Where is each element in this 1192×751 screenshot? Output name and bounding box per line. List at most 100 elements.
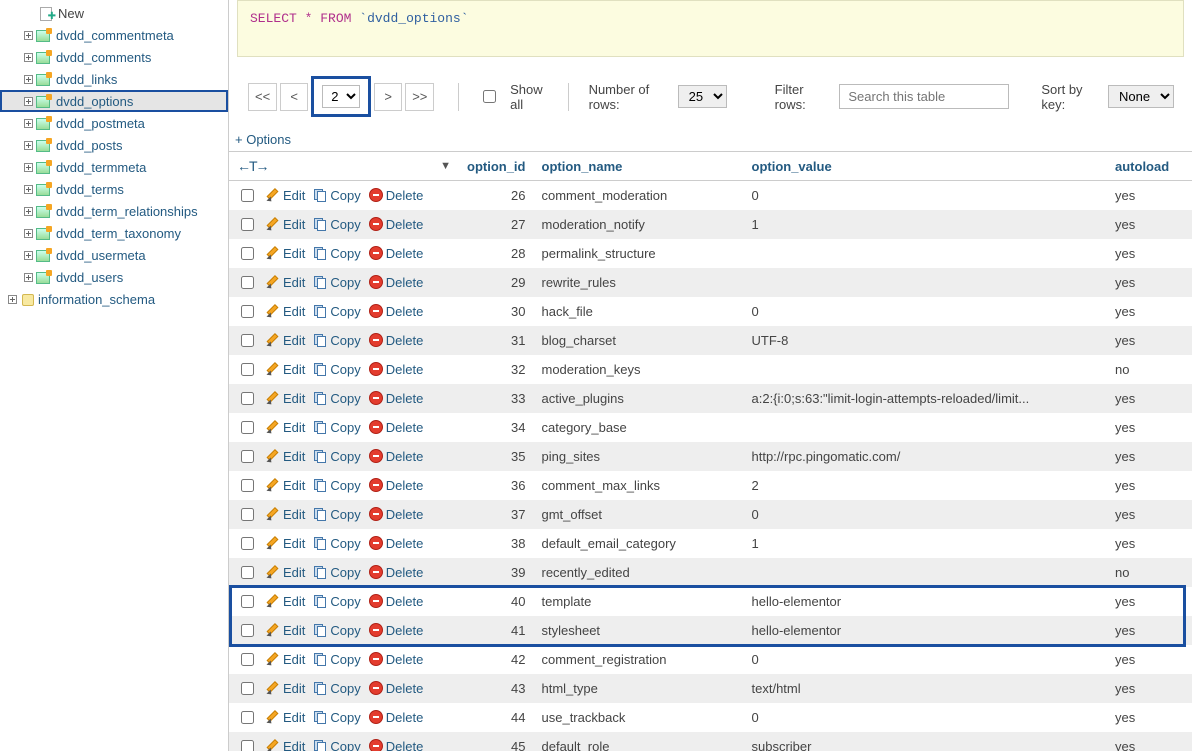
edit-link[interactable]: Edit — [266, 594, 305, 609]
row-checkbox[interactable] — [241, 334, 254, 347]
row-checkbox[interactable] — [241, 450, 254, 463]
row-checkbox[interactable] — [241, 624, 254, 637]
edit-link[interactable]: Edit — [266, 275, 305, 290]
expand-icon[interactable] — [24, 97, 33, 106]
expand-icon[interactable] — [24, 119, 33, 128]
page-next-button[interactable]: > — [374, 83, 402, 111]
delete-link[interactable]: Delete — [369, 246, 424, 261]
reorder-icon[interactable]: ←T→ — [237, 158, 268, 174]
sidebar-db-information-schema[interactable]: information_schema — [0, 288, 228, 310]
copy-link[interactable]: Copy — [313, 304, 360, 319]
delete-link[interactable]: Delete — [369, 710, 424, 725]
row-checkbox[interactable] — [241, 740, 254, 751]
sort-by-key-select[interactable]: None — [1108, 85, 1174, 108]
sidebar-new-table[interactable]: New — [0, 2, 228, 24]
row-checkbox[interactable] — [241, 392, 254, 405]
sidebar-table-dvdd_commentmeta[interactable]: dvdd_commentmeta — [0, 24, 228, 46]
page-select[interactable]: 2 — [322, 85, 360, 108]
sidebar-table-dvdd_terms[interactable]: dvdd_terms — [0, 178, 228, 200]
delete-link[interactable]: Delete — [369, 507, 424, 522]
row-checkbox[interactable] — [241, 218, 254, 231]
copy-link[interactable]: Copy — [313, 188, 360, 203]
row-checkbox[interactable] — [241, 537, 254, 550]
row-checkbox[interactable] — [241, 682, 254, 695]
expand-icon[interactable] — [24, 273, 33, 282]
delete-link[interactable]: Delete — [369, 449, 424, 464]
copy-link[interactable]: Copy — [313, 217, 360, 232]
show-all-checkbox[interactable] — [483, 90, 496, 103]
copy-link[interactable]: Copy — [313, 333, 360, 348]
row-checkbox[interactable] — [241, 479, 254, 492]
delete-link[interactable]: Delete — [369, 275, 424, 290]
expand-icon[interactable] — [24, 207, 33, 216]
delete-link[interactable]: Delete — [369, 565, 424, 580]
sidebar-table-dvdd_usermeta[interactable]: dvdd_usermeta — [0, 244, 228, 266]
copy-link[interactable]: Copy — [313, 275, 360, 290]
row-checkbox[interactable] — [241, 247, 254, 260]
delete-link[interactable]: Delete — [369, 478, 424, 493]
expand-icon[interactable] — [24, 251, 33, 260]
page-first-button[interactable]: << — [248, 83, 277, 111]
row-checkbox[interactable] — [241, 595, 254, 608]
edit-link[interactable]: Edit — [266, 188, 305, 203]
row-checkbox[interactable] — [241, 711, 254, 724]
edit-link[interactable]: Edit — [266, 710, 305, 725]
delete-link[interactable]: Delete — [369, 188, 424, 203]
expand-icon[interactable] — [24, 163, 33, 172]
delete-link[interactable]: Delete — [369, 623, 424, 638]
delete-link[interactable]: Delete — [369, 333, 424, 348]
column-header-option-id[interactable]: option_id — [459, 152, 534, 181]
sidebar-table-dvdd_users[interactable]: dvdd_users — [0, 266, 228, 288]
expand-icon[interactable] — [24, 75, 33, 84]
edit-link[interactable]: Edit — [266, 623, 305, 638]
delete-link[interactable]: Delete — [369, 739, 424, 751]
sidebar-table-dvdd_links[interactable]: dvdd_links — [0, 68, 228, 90]
sidebar-table-dvdd_posts[interactable]: dvdd_posts — [0, 134, 228, 156]
copy-link[interactable]: Copy — [313, 565, 360, 580]
expand-icon[interactable] — [24, 141, 33, 150]
expand-icon[interactable] — [24, 53, 33, 62]
copy-link[interactable]: Copy — [313, 391, 360, 406]
row-checkbox[interactable] — [241, 189, 254, 202]
copy-link[interactable]: Copy — [313, 710, 360, 725]
row-checkbox[interactable] — [241, 276, 254, 289]
column-header-autoload[interactable]: autoload — [1107, 152, 1192, 181]
edit-link[interactable]: Edit — [266, 478, 305, 493]
edit-link[interactable]: Edit — [266, 304, 305, 319]
copy-link[interactable]: Copy — [313, 420, 360, 435]
column-header-option-name[interactable]: option_name — [534, 152, 744, 181]
delete-link[interactable]: Delete — [369, 217, 424, 232]
row-checkbox[interactable] — [241, 566, 254, 579]
delete-link[interactable]: Delete — [369, 652, 424, 667]
row-checkbox[interactable] — [241, 421, 254, 434]
sidebar-table-dvdd_term_taxonomy[interactable]: dvdd_term_taxonomy — [0, 222, 228, 244]
edit-link[interactable]: Edit — [266, 536, 305, 551]
copy-link[interactable]: Copy — [313, 623, 360, 638]
sidebar-table-dvdd_options[interactable]: dvdd_options — [0, 90, 228, 112]
sidebar-table-dvdd_comments[interactable]: dvdd_comments — [0, 46, 228, 68]
copy-link[interactable]: Copy — [313, 739, 360, 751]
page-prev-button[interactable]: < — [280, 83, 308, 111]
copy-link[interactable]: Copy — [313, 362, 360, 377]
edit-link[interactable]: Edit — [266, 565, 305, 580]
delete-link[interactable]: Delete — [369, 594, 424, 609]
expand-icon[interactable] — [8, 295, 17, 304]
sidebar-table-dvdd_term_relationships[interactable]: dvdd_term_relationships — [0, 200, 228, 222]
copy-link[interactable]: Copy — [313, 652, 360, 667]
edit-link[interactable]: Edit — [266, 391, 305, 406]
copy-link[interactable]: Copy — [313, 681, 360, 696]
options-toggle[interactable]: + Options — [229, 128, 1192, 151]
delete-link[interactable]: Delete — [369, 391, 424, 406]
filter-rows-input[interactable] — [839, 84, 1009, 109]
column-header-option-value[interactable]: option_value — [744, 152, 1108, 181]
edit-link[interactable]: Edit — [266, 507, 305, 522]
delete-link[interactable]: Delete — [369, 536, 424, 551]
edit-link[interactable]: Edit — [266, 652, 305, 667]
num-rows-select[interactable]: 25 — [678, 85, 727, 108]
delete-link[interactable]: Delete — [369, 681, 424, 696]
expand-icon[interactable] — [24, 31, 33, 40]
sidebar-table-dvdd_postmeta[interactable]: dvdd_postmeta — [0, 112, 228, 134]
copy-link[interactable]: Copy — [313, 449, 360, 464]
copy-link[interactable]: Copy — [313, 594, 360, 609]
row-checkbox[interactable] — [241, 508, 254, 521]
